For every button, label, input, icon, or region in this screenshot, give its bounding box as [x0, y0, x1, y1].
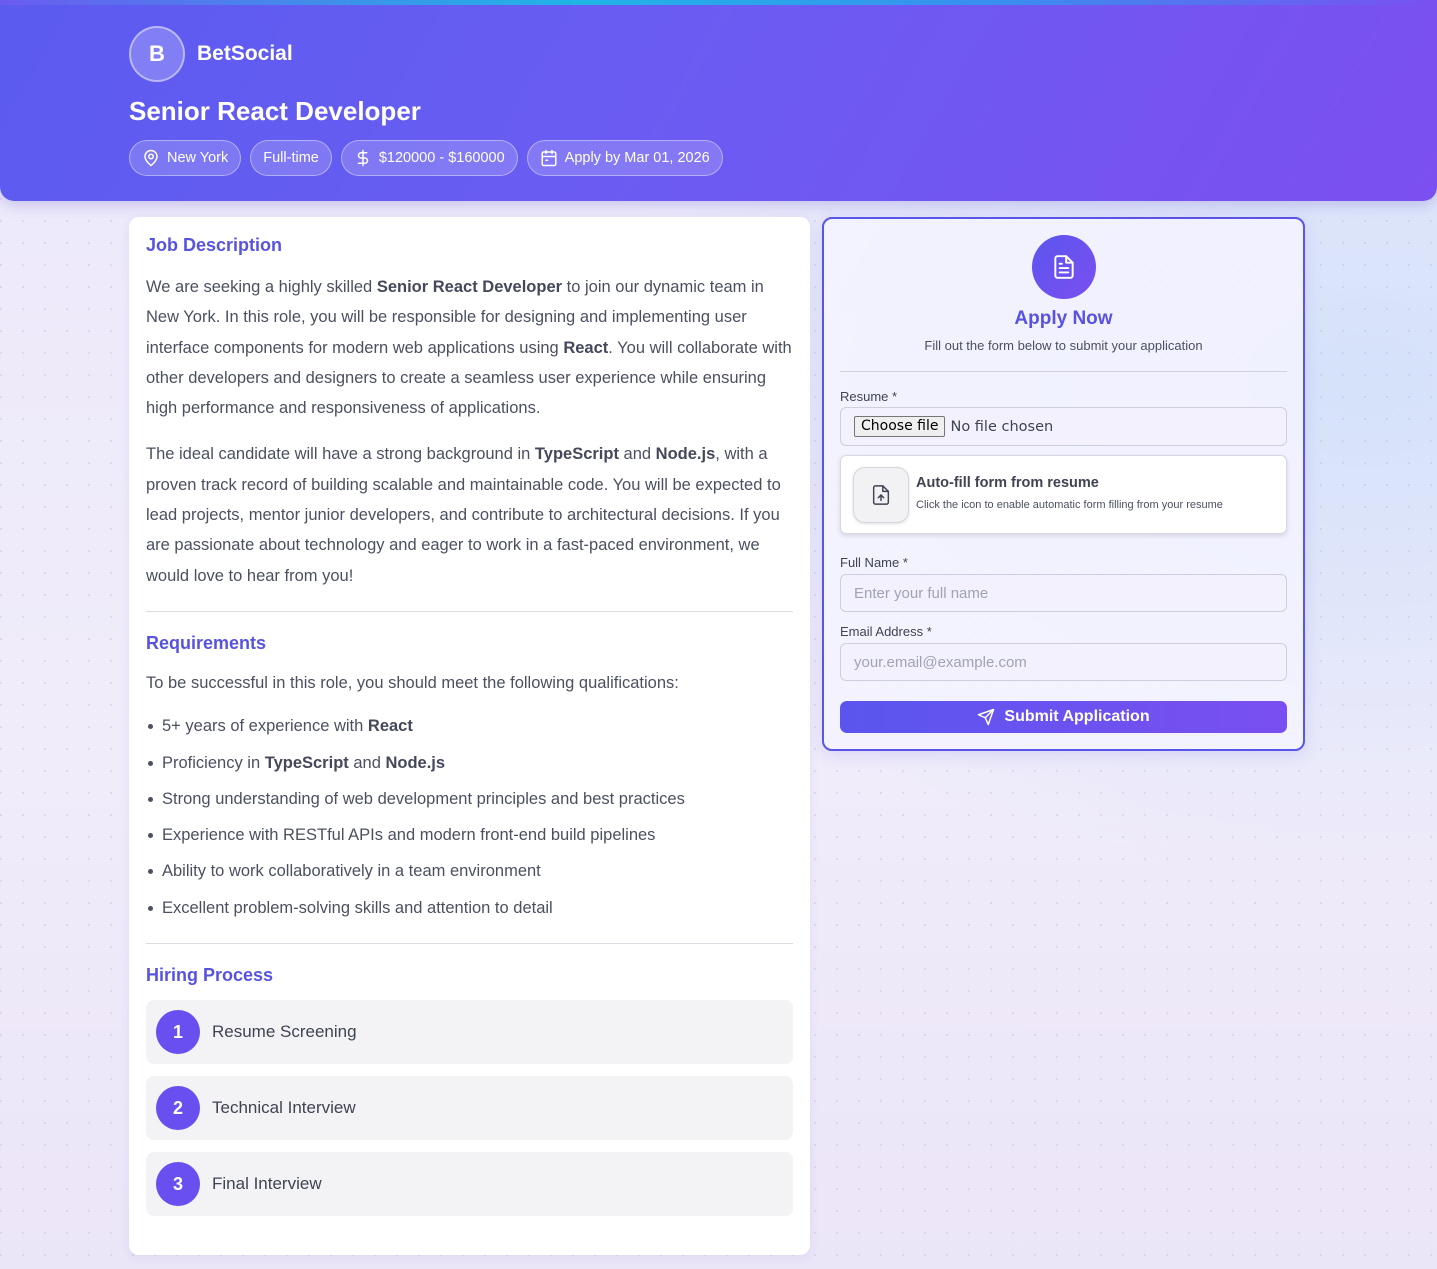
- resume-label: Resume *: [840, 389, 897, 404]
- autofill-title: Auto-fill form from resume: [916, 475, 1099, 491]
- desc2-text-2: and: [618, 445, 656, 464]
- job-meta-chips: New York Full-time $120000 - $160000 App…: [129, 140, 723, 176]
- description-paragraph-2: The ideal candidate will have a strong b…: [146, 439, 793, 590]
- send-icon: [978, 708, 995, 726]
- map-pin-icon: [144, 149, 158, 167]
- requirement-item: Experience with RESTful APIs and modern …: [146, 817, 793, 853]
- required-mark: *: [892, 389, 898, 404]
- job-header: B BetSocial Senior React Developer New Y…: [0, 0, 1437, 201]
- header-accent-line: [0, 0, 1437, 5]
- description-paragraph-1: We are seeking a highly skilled Senior R…: [146, 272, 793, 423]
- job-title: Senior React Developer: [129, 96, 421, 126]
- requirement-text: and: [348, 753, 386, 772]
- hiring-process-heading: Hiring Process: [146, 965, 274, 986]
- requirement-item: Ability to work collaboratively in a tea…: [146, 853, 793, 889]
- step-label: Resume Screening: [212, 1022, 357, 1042]
- apply-subtitle: Fill out the form below to submit your a…: [924, 338, 1203, 353]
- requirement-text: 5+ years of experience with: [162, 717, 368, 736]
- requirement-bold: React: [367, 717, 413, 736]
- requirement-bold: Node.js: [385, 753, 446, 772]
- form-divider: [840, 371, 1287, 372]
- company-name: BetSocial: [197, 42, 293, 65]
- desc2-text-3: , with a proven track record of building…: [146, 445, 781, 585]
- autofill-panel: Auto-fill form from resume Click the ico…: [840, 455, 1287, 534]
- requirement-item: 5+ years of experience with React: [146, 708, 793, 744]
- requirements-intro: To be successful in this role, you shoul…: [146, 673, 679, 692]
- deadline-chip: Apply by Mar 01, 2026: [526, 140, 723, 176]
- file-status: No file chosen: [950, 418, 1054, 435]
- submit-application-button[interactable]: Submit Application: [840, 701, 1287, 733]
- section-divider: [146, 610, 793, 612]
- hiring-step: 3 Final Interview: [146, 1152, 793, 1217]
- step-number-badge: 3: [156, 1162, 200, 1207]
- requirements-heading: Requirements: [146, 632, 267, 653]
- location-chip: New York: [129, 140, 242, 176]
- section-divider: [146, 943, 793, 945]
- full-name-input[interactable]: Enter your full name: [840, 574, 1287, 612]
- hiring-steps: 1 Resume Screening 2 Technical Interview…: [146, 1000, 793, 1217]
- requirement-text: Proficiency in: [162, 753, 265, 772]
- desc1-bold-1: Senior React Developer: [376, 278, 563, 296]
- requirement-item: Strong understanding of web development …: [146, 781, 793, 817]
- company-brand: B BetSocial: [129, 26, 293, 82]
- dollar-icon: [357, 149, 369, 167]
- document-icon: [1054, 255, 1074, 279]
- requirements-list: 5+ years of experience with React Profic…: [146, 708, 793, 926]
- autofill-description: Click the icon to enable automatic form …: [916, 499, 1223, 511]
- job-description-heading: Job Description: [146, 235, 283, 255]
- apply-title: Apply Now: [1014, 308, 1113, 329]
- employment-type-chip: Full-time: [250, 140, 332, 176]
- step-label: Technical Interview: [212, 1098, 356, 1118]
- desc2-text-1: The ideal candidate will have a strong b…: [146, 445, 535, 464]
- full-name-label-text: Full Name: [840, 555, 900, 570]
- hiring-step: 2 Technical Interview: [146, 1076, 793, 1141]
- salary-text: $120000 - $160000: [378, 150, 505, 166]
- submit-label: Submit Application: [1004, 708, 1150, 725]
- application-form-card: Apply Now Fill out the form below to sub…: [822, 217, 1305, 751]
- desc2-bold-2: Node.js: [655, 445, 716, 464]
- company-avatar: B: [129, 26, 185, 82]
- requirement-item: Proficiency in TypeScript and Node.js: [146, 745, 793, 781]
- choose-file-button[interactable]: Choose file: [854, 416, 946, 437]
- location-text: New York: [167, 150, 229, 166]
- full-name-label: Full Name *: [840, 555, 908, 570]
- desc2-bold-1: TypeScript: [534, 445, 619, 464]
- required-mark: *: [902, 555, 908, 570]
- email-label: Email Address *: [840, 624, 932, 639]
- email-label-text: Email Address: [840, 624, 924, 639]
- employment-type-text: Full-time: [263, 150, 319, 166]
- step-label: Final Interview: [212, 1174, 322, 1194]
- apply-badge: [1032, 235, 1096, 299]
- file-upload-icon: [872, 485, 890, 505]
- deadline-text: Apply by Mar 01, 2026: [564, 150, 710, 166]
- calendar-icon: [541, 149, 557, 167]
- required-mark: *: [926, 624, 932, 639]
- job-details-card: Job Description We are seeking a highly …: [129, 217, 810, 1255]
- hiring-step: 1 Resume Screening: [146, 1000, 793, 1065]
- requirement-item: Excellent problem-solving skills and att…: [146, 890, 793, 926]
- step-number-badge: 1: [156, 1010, 200, 1055]
- resume-file-input[interactable]: Choose file No file chosen: [840, 407, 1287, 446]
- requirement-bold: TypeScript: [264, 753, 349, 772]
- resume-label-text: Resume: [840, 389, 889, 404]
- step-number-badge: 2: [156, 1086, 200, 1131]
- email-input[interactable]: your.email@example.com: [840, 643, 1287, 681]
- salary-chip: $120000 - $160000: [340, 140, 518, 176]
- desc1-bold-2: React: [563, 338, 609, 357]
- desc1-text-1: We are seeking a highly skilled: [146, 278, 377, 296]
- autofill-toggle-button[interactable]: [853, 467, 909, 523]
